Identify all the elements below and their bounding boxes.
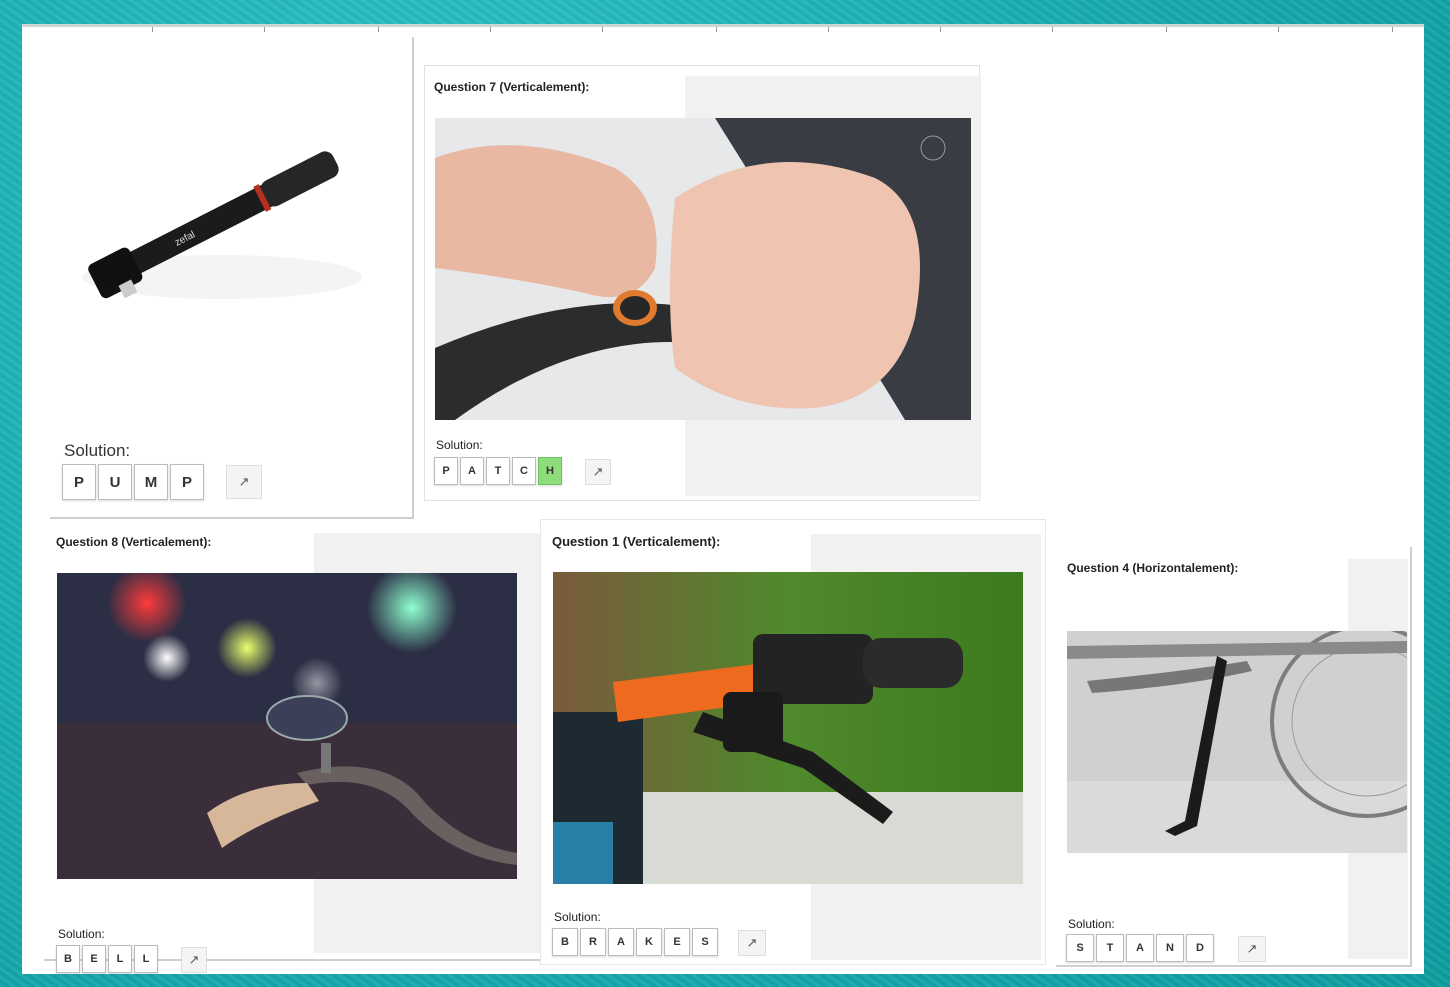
letter-box[interactable]: A	[460, 457, 484, 485]
letter-box[interactable]: B	[552, 928, 578, 956]
check-answer-button[interactable]: ↗	[1238, 936, 1266, 962]
letter-box[interactable]: B	[56, 945, 80, 973]
letter-box[interactable]: A	[1126, 934, 1154, 962]
answer-letters: B R A K E S	[552, 928, 718, 956]
letter-box[interactable]: L	[108, 945, 132, 973]
pump-question-card: zefal Solution: P U M P ↗	[50, 37, 414, 519]
solution-label: Solution:	[1068, 917, 1115, 931]
check-answer-button[interactable]: ↗	[585, 459, 611, 485]
solution-label: Solution:	[436, 438, 483, 452]
letter-box[interactable]: S	[692, 928, 718, 956]
question-title: Question 7 (Verticalement):	[434, 80, 590, 94]
bicycle-bell-image	[57, 573, 517, 879]
ruler	[22, 27, 1424, 35]
worksheet-page: zefal Solution: P U M P ↗ Question 7 (Ve…	[22, 24, 1424, 974]
answer-letters: B E L L	[56, 945, 158, 973]
arrow-icon: ↗	[746, 935, 758, 950]
brake-lever-image	[553, 572, 1023, 884]
letter-box-highlighted[interactable]: H	[538, 457, 562, 485]
letter-box[interactable]: E	[82, 945, 106, 973]
question-1-card: Question 1 (Verticalement): Solution: B …	[540, 519, 1046, 965]
letter-box[interactable]: M	[134, 464, 168, 500]
letter-box[interactable]: N	[1156, 934, 1184, 962]
solution-label: Solution:	[64, 441, 131, 460]
letter-box[interactable]: S	[1066, 934, 1094, 962]
letter-box[interactable]: L	[134, 945, 158, 973]
letter-box[interactable]: P	[170, 464, 204, 500]
tube-patch-image	[435, 118, 971, 420]
answer-letters: P U M P	[62, 464, 204, 500]
letter-box[interactable]: E	[664, 928, 690, 956]
bicycle-pump-image: zefal	[62, 77, 382, 327]
letter-box[interactable]: R	[580, 928, 606, 956]
check-answer-button[interactable]: ↗	[226, 465, 262, 499]
letter-box[interactable]: D	[1186, 934, 1214, 962]
letter-box[interactable]: K	[636, 928, 662, 956]
answer-letters: S T A N D	[1066, 934, 1214, 962]
letter-box[interactable]: T	[486, 457, 510, 485]
letter-box[interactable]: T	[1096, 934, 1124, 962]
question-8-card: Question 8 (Verticalement): Solution: B …	[44, 523, 544, 973]
question-7-card: Question 7 (Verticalement): Solution: P …	[424, 65, 981, 501]
question-title: Question 1 (Verticalement):	[552, 534, 721, 549]
solution-label: Solution:	[58, 927, 105, 941]
letter-box[interactable]: P	[62, 464, 96, 500]
arrow-icon: ↗	[188, 952, 200, 967]
question-title: Question 8 (Verticalement):	[56, 535, 212, 549]
letter-box[interactable]: U	[98, 464, 132, 500]
letter-box[interactable]: P	[434, 457, 458, 485]
question-title: Question 4 (Horizontalement):	[1067, 561, 1239, 575]
answer-letters: P A T C H	[434, 457, 562, 485]
arrow-icon: ↗	[592, 464, 604, 479]
letter-box[interactable]: C	[512, 457, 536, 485]
solution-label: Solution:	[554, 910, 601, 924]
arrow-icon: ↗	[1246, 941, 1258, 956]
arrow-icon: ↗	[238, 474, 250, 489]
check-answer-button[interactable]: ↗	[738, 930, 766, 956]
kickstand-image	[1067, 631, 1407, 853]
check-answer-button[interactable]: ↗	[181, 947, 207, 973]
letter-box[interactable]: A	[608, 928, 634, 956]
question-4-card: Question 4 (Horizontalement): Solution: …	[1056, 547, 1412, 967]
